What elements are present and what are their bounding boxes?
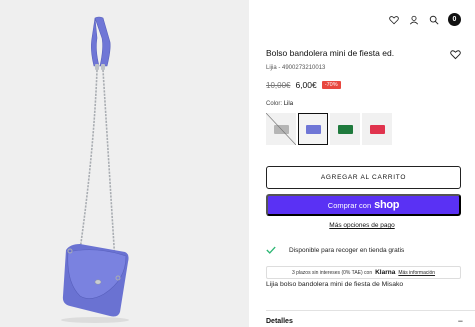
shop-pay-button[interactable]: Comprar con shop — [266, 194, 461, 216]
shop-pay-logo: shop — [374, 199, 400, 211]
divider — [266, 310, 475, 311]
old-price: 10,00€ — [266, 80, 291, 90]
swatch-bag-thumb — [337, 124, 353, 134]
klarna-banner: 3 plazos sin intereses (0% TAE) con Klar… — [266, 266, 461, 279]
swatch-green[interactable] — [330, 113, 360, 145]
color-swatches — [266, 113, 392, 145]
swatch-silver[interactable] — [266, 113, 296, 145]
klarna-logo: Klarna — [375, 269, 396, 276]
shop-pay-prefix: Comprar con — [327, 200, 372, 210]
pickup-text: Disponible para recoger en tienda gratis — [289, 246, 405, 254]
details-toggle-icon[interactable]: − — [458, 317, 463, 326]
add-to-cart-button[interactable]: AGREGAR AL CARRITO — [266, 166, 461, 189]
more-payment-options-link[interactable]: Más opciones de pago — [249, 222, 475, 229]
product-title: Bolso bandolera mini de fiesta ed. — [266, 48, 395, 58]
unavailable-slash-icon — [266, 113, 296, 145]
klarna-text: 3 plazos sin intereses (0% TAE) con — [291, 269, 373, 276]
user-icon[interactable] — [408, 14, 420, 26]
heart-icon[interactable] — [388, 14, 400, 26]
product-info-panel: 0 Bolso bandolera mini de fiesta ed. Lij… — [249, 0, 475, 327]
search-icon[interactable] — [428, 14, 440, 26]
current-price: 6,00€ — [295, 80, 317, 90]
product-description: Lijia bolso bandolera mini de fiesta de … — [266, 281, 404, 288]
header-icons: 0 — [388, 13, 461, 26]
swatch-lila[interactable] — [298, 113, 328, 145]
product-image[interactable] — [0, 0, 249, 327]
swatch-bag-thumb — [305, 124, 321, 134]
color-value: Lila — [283, 101, 294, 107]
store-pickup: Disponible para recoger en tienda gratis — [266, 241, 404, 259]
swatch-red[interactable] — [362, 113, 392, 145]
discount-badge: -70% — [321, 81, 341, 89]
swatch-bag-thumb — [369, 124, 385, 134]
details-accordion-label[interactable]: Detalles — [266, 318, 293, 325]
cart-count-badge[interactable]: 0 — [448, 13, 461, 26]
color-label: Color: Lila — [266, 101, 293, 107]
wishlist-heart-icon[interactable] — [450, 47, 461, 60]
product-sku: Lijia - 4900273210013 — [266, 65, 326, 71]
price-row: 10,00€ 6,00€ -70% — [266, 80, 341, 90]
klarna-info-link[interactable]: Más información — [398, 270, 435, 276]
color-label-text: Color: — [266, 101, 283, 107]
bag-illustration — [61, 16, 129, 323]
check-icon — [266, 241, 276, 259]
